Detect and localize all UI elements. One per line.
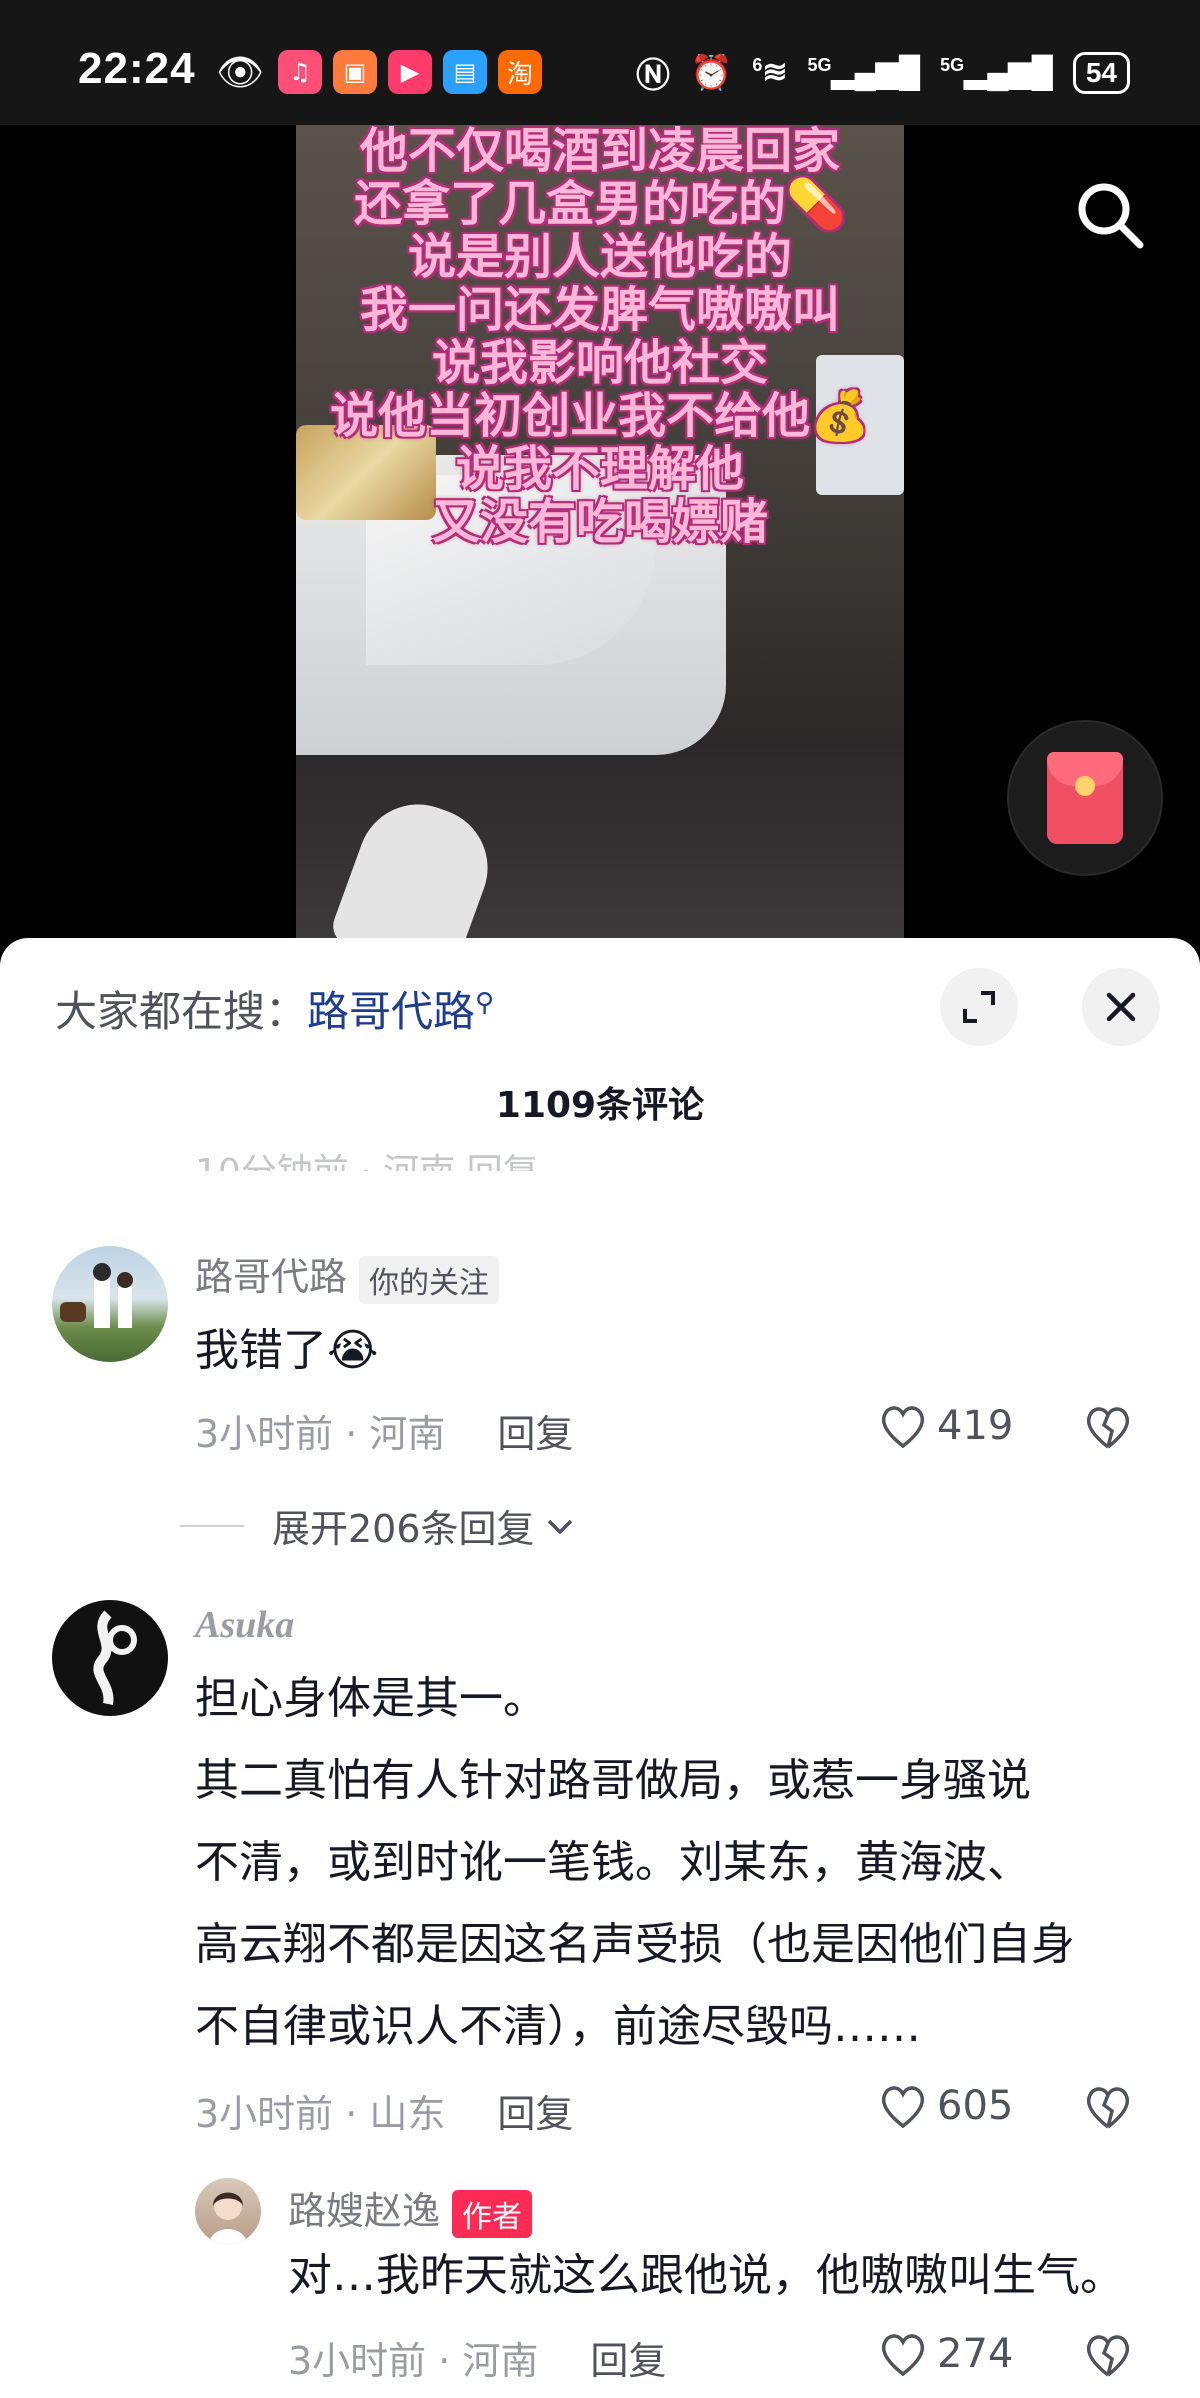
broken-heart-icon[interactable]: [1082, 1401, 1134, 1453]
gift-app-icon: ▣: [333, 50, 377, 94]
like-button[interactable]: 274: [877, 2328, 1013, 2380]
hot-search-term[interactable]: 路哥代路: [307, 987, 475, 1036]
broken-heart-icon[interactable]: [1082, 2329, 1134, 2381]
comment-meta: 3小时前 · 山东 回复: [195, 2092, 574, 2136]
comment-meta: 3小时前 · 河南 回复: [195, 1412, 574, 1456]
reply-nickname[interactable]: 路嫂赵逸 作者: [288, 2180, 533, 2238]
caption-line: 我一问还发脾气嗷嗷叫: [359, 282, 840, 338]
hot-search-bar[interactable]: 大家都在搜：路哥代路⚲: [55, 978, 494, 1039]
chevron-down-icon: [547, 1519, 572, 1534]
comment-count-title: 1109条评论: [495, 1085, 705, 1126]
caption-line: 说是别人送他吃的: [407, 229, 792, 285]
music-app-icon: ♫: [278, 50, 322, 94]
video-slipper: [327, 787, 505, 945]
taobao-app-icon: 淘: [498, 50, 542, 94]
signal-5g-icon-2: 5G▂▄▆█: [940, 55, 1053, 89]
close-icon: [1106, 992, 1136, 1022]
wifi-icon: 6≋: [752, 55, 788, 89]
caption-line: 说我影响他社交: [431, 335, 768, 391]
caption-line: 又没有吃喝嫖赌: [431, 494, 768, 550]
avatar[interactable]: [52, 1600, 168, 1716]
video-caption: 他不仅喝酒到凌晨回家 还拿了几盒男的吃的💊 说是别人送他吃的 我一问还发脾气嗷嗷…: [296, 125, 904, 549]
comment-sheet: 大家都在搜：路哥代路⚲ 1109条评论 10分钟前 · 河南 回复 路哥代路你的…: [0, 938, 1200, 2398]
comment-text: 我错了😭: [195, 1325, 379, 1376]
nfc-icon: Ⓝ: [636, 57, 670, 95]
close-button[interactable]: [1082, 968, 1160, 1046]
author-tag: 作者: [452, 2189, 533, 2238]
avatar[interactable]: [52, 1246, 168, 1362]
expand-icon: [963, 991, 995, 1023]
broken-heart-icon[interactable]: [1082, 2081, 1134, 2133]
eye-icon: 👁: [215, 49, 265, 94]
red-packet-button[interactable]: [1007, 720, 1163, 876]
video-player[interactable]: 他不仅喝酒到凌晨回家 还拿了几盒男的吃的💊 说是别人送他吃的 我一问还发脾气嗷嗷…: [0, 125, 1200, 945]
divider: [180, 1524, 244, 1527]
caption-line: 说我不理解他: [455, 441, 744, 497]
reply-button[interactable]: 回复: [590, 2339, 666, 2383]
scrolled-comment-meta: 10分钟前 · 河南 回复: [195, 1143, 1155, 1171]
like-button[interactable]: 605: [877, 2080, 1013, 2132]
video-app-icon: ▶: [388, 50, 432, 94]
signal-5g-icon-1: 5G▂▄▆█: [807, 55, 921, 89]
search-icon[interactable]: [1070, 175, 1150, 255]
battery-icon: 54: [1072, 51, 1130, 94]
caption-line: 他不仅喝酒到凌晨回家: [359, 125, 840, 179]
expand-replies[interactable]: 展开206条回复: [180, 1498, 577, 1553]
following-tag: 你的关注: [359, 1255, 500, 1304]
search-small-icon: ⚲: [475, 988, 495, 1018]
hot-search-prefix: 大家都在搜：: [55, 987, 308, 1036]
expand-button[interactable]: [940, 968, 1018, 1046]
like-count: 605: [937, 2083, 1014, 2129]
like-count: 274: [937, 2331, 1014, 2377]
comment-text: 担心身体是其一。 其二真怕有人针对路哥做局，或惹一身骚说 不清，或到时讹一笔钱。…: [195, 1673, 1075, 2052]
heart-icon: [881, 2086, 925, 2129]
status-time: 22:24: [78, 44, 196, 93]
heart-icon: [881, 1406, 925, 1449]
heart-icon: [881, 2334, 925, 2377]
status-right-cluster: Ⓝ ⏰ 6≋ 5G▂▄▆█ 5G▂▄▆█ 54: [636, 48, 1130, 97]
reply-text: 对…我昨天就这么跟他说，他嗷嗷叫生气。: [288, 2250, 1124, 2301]
comment-nickname[interactable]: Asuka: [195, 1603, 294, 1647]
red-packet-icon: [1047, 752, 1123, 844]
caption-line: 说他当初创业我不给他💰: [330, 388, 870, 444]
caption-line: 还拿了几盒男的吃的💊: [354, 176, 846, 232]
comment-nickname[interactable]: 路哥代路 你的关注: [195, 1246, 500, 1304]
like-count: 419: [937, 1403, 1014, 1449]
status-bar: 22:24 👁 ♫ ▣ ▶ ▤ 淘 Ⓝ ⏰ 6≋ 5G▂▄▆█ 5G▂▄▆█ 5…: [0, 0, 1200, 125]
reply-button[interactable]: 回复: [497, 2092, 573, 2136]
avatar[interactable]: [195, 2178, 261, 2244]
reply-meta: 3小时前 · 河南 回复: [288, 2339, 667, 2383]
like-button[interactable]: 419: [877, 1400, 1013, 1452]
reply-button[interactable]: 回复: [497, 1412, 573, 1456]
book-app-icon: ▤: [443, 50, 487, 94]
video-frame[interactable]: 他不仅喝酒到凌晨回家 还拿了几盒男的吃的💊 说是别人送他吃的 我一问还发脾气嗷嗷…: [296, 125, 904, 945]
alarm-icon: ⏰: [690, 53, 733, 92]
